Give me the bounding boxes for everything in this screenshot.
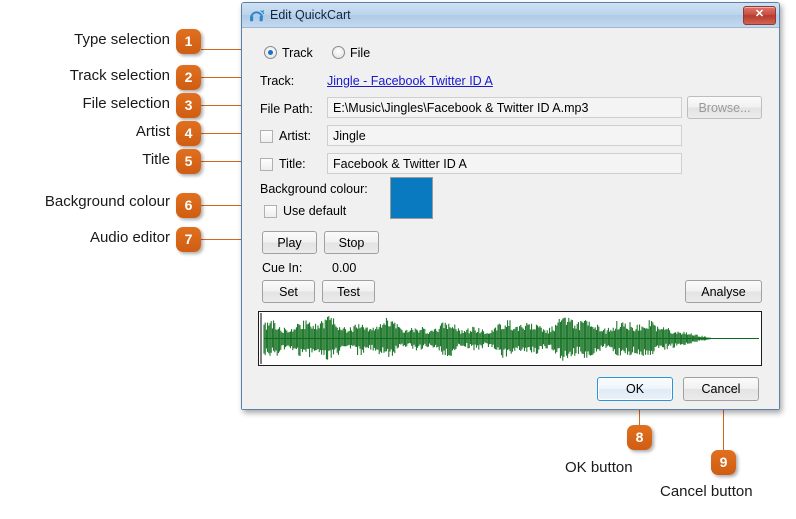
edit-quickcart-dialog: Edit QuickCart ✕ Track File Track: Jingl… bbox=[241, 2, 780, 410]
radio-file-indicator[interactable] bbox=[332, 46, 345, 59]
annotation-badge-8: 8 bbox=[627, 425, 652, 450]
artist-label: Artist: bbox=[279, 129, 311, 143]
cancel-button[interactable]: Cancel bbox=[683, 377, 759, 401]
title-label: Title: bbox=[279, 157, 306, 171]
annotation-badge-5: 5 bbox=[176, 149, 201, 174]
use-default-checkbox[interactable] bbox=[264, 205, 277, 218]
annotation-badge-6: 6 bbox=[176, 193, 201, 218]
annotation-badge-1: 1 bbox=[176, 29, 201, 54]
cue-in-label: Cue In: bbox=[262, 261, 303, 275]
annotation-badge-2: 2 bbox=[176, 65, 201, 90]
annotation-badge-9: 9 bbox=[711, 450, 736, 475]
waveform-display[interactable] bbox=[258, 311, 762, 366]
background-colour-label: Background colour: bbox=[260, 182, 368, 196]
annotation-label-background-colour: Background colour bbox=[44, 193, 170, 210]
title-input[interactable]: Facebook & Twitter ID A bbox=[327, 153, 682, 174]
use-default-label: Use default bbox=[283, 204, 347, 218]
annotation-badge-7: 7 bbox=[176, 227, 201, 252]
track-label: Track: bbox=[260, 74, 295, 88]
track-link[interactable]: Jingle - Facebook Twitter ID A bbox=[327, 74, 493, 88]
annotation-label-title: Title bbox=[142, 151, 170, 168]
test-button[interactable]: Test bbox=[322, 280, 375, 303]
browse-button[interactable]: Browse... bbox=[687, 96, 762, 119]
annotation-label-ok-button: OK button bbox=[565, 459, 633, 476]
file-path-input[interactable]: E:\Music\Jingles\Facebook & Twitter ID A… bbox=[327, 97, 682, 118]
file-path-label: File Path: bbox=[260, 102, 313, 116]
waveform-graphic bbox=[259, 312, 761, 365]
radio-file-label: File bbox=[350, 46, 371, 60]
annotation-badge-3: 3 bbox=[176, 93, 201, 118]
annotation-label-artist: Artist bbox=[135, 123, 170, 140]
dialog-body: Track File Track: Jingle - Facebook Twit… bbox=[242, 28, 779, 409]
background-colour-swatch[interactable] bbox=[390, 177, 433, 219]
stop-button[interactable]: Stop bbox=[324, 231, 379, 254]
annotation-label-track-selection: Track selection bbox=[69, 67, 170, 84]
cue-in-value: 0.00 bbox=[332, 261, 357, 275]
annotation-label-type-selection: Type selection bbox=[74, 31, 170, 48]
radio-track-label: Track bbox=[282, 46, 313, 60]
analyse-button[interactable]: Analyse bbox=[685, 280, 762, 303]
artist-input[interactable]: Jingle bbox=[327, 125, 682, 146]
title-checkbox[interactable] bbox=[260, 158, 273, 171]
dialog-title: Edit QuickCart bbox=[270, 8, 351, 22]
play-button[interactable]: Play bbox=[262, 231, 317, 254]
radio-file[interactable]: File bbox=[332, 46, 370, 60]
annotation-label-cancel-button: Cancel button bbox=[660, 483, 753, 500]
radio-track[interactable]: Track bbox=[264, 46, 313, 60]
ok-button[interactable]: OK bbox=[597, 377, 673, 401]
set-button[interactable]: Set bbox=[262, 280, 315, 303]
dialog-titlebar[interactable]: Edit QuickCart ✕ bbox=[242, 3, 779, 28]
annotation-label-file-selection: File selection bbox=[82, 95, 170, 112]
annotation-label-audio-editor: Audio editor bbox=[89, 229, 170, 246]
radio-track-indicator[interactable] bbox=[264, 46, 277, 59]
headphones-icon bbox=[248, 7, 265, 24]
artist-checkbox[interactable] bbox=[260, 130, 273, 143]
close-icon[interactable]: ✕ bbox=[743, 5, 776, 25]
annotation-badge-4: 4 bbox=[176, 121, 201, 146]
